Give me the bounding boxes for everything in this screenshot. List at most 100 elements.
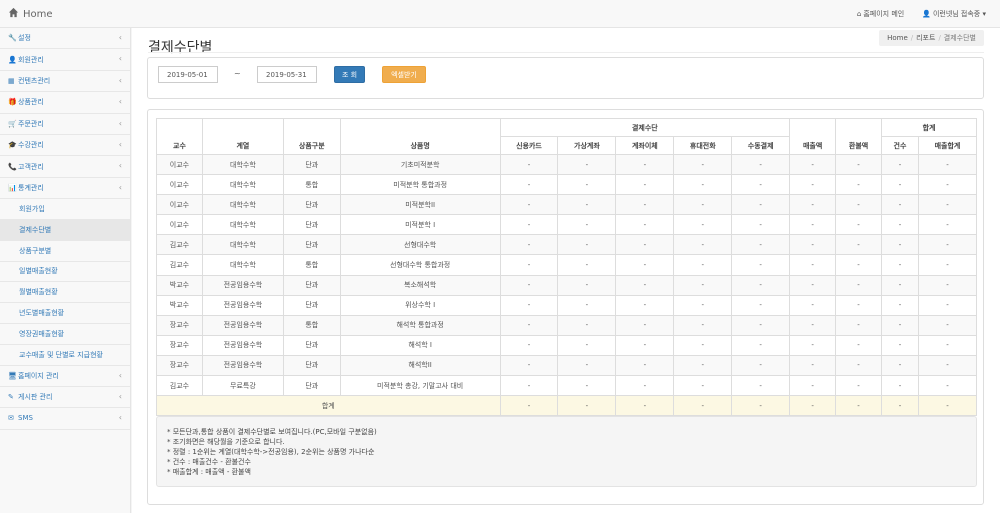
sidebar-item-main-2[interactable]: ▦ 컨텐츠관리 ‹	[0, 71, 130, 93]
table-cell: -	[917, 174, 978, 196]
table-cell: -	[835, 354, 883, 377]
notes-box: * 모든단과,통합 상품이 결제수단별로 보여집니다.(PC,모바일 구분없음)…	[156, 416, 977, 487]
table-cell: 해석학 I	[339, 334, 501, 356]
user-menu-dropdown[interactable]: 👤 이런넷님 접속중 ▾	[922, 9, 986, 19]
table-cell: -	[615, 274, 675, 296]
breadcrumb-home[interactable]: Home	[887, 34, 908, 42]
start-date-input[interactable]	[158, 66, 218, 83]
total-cell: -	[789, 395, 837, 417]
brand-link[interactable]: Home	[8, 7, 53, 21]
chevron-left-icon: ‹	[118, 75, 122, 85]
table-cell: -	[789, 174, 837, 196]
table-cell: 대학수학	[201, 214, 284, 236]
sidebar-item-label: 게시판 관리	[18, 393, 53, 402]
table-cell: -	[673, 375, 733, 397]
table-cell: -	[557, 274, 617, 296]
table-cell: -	[731, 153, 791, 176]
table-cell: -	[499, 274, 559, 296]
table-cell: 해석학 통합과정	[339, 314, 501, 336]
chevron-left-icon: ‹	[118, 413, 122, 423]
sidebar-item-main-5[interactable]: 🎓 수강관리 ‹	[0, 135, 130, 157]
sidebar-subitem-3[interactable]: 일별매출현황	[0, 262, 130, 283]
table-row: 이교수 대학수학 단과 미적분학 I---------	[156, 214, 978, 236]
table-cell: 무료특강	[201, 375, 284, 397]
sidebar-subitem-4[interactable]: 월별매출현황	[0, 282, 130, 304]
chevron-left-icon: ‹	[118, 139, 122, 149]
header-bank-transfer: 계좌이체	[615, 136, 675, 155]
header-product-type: 상품구분	[282, 118, 341, 155]
sidebar-item-bottom-0[interactable]: 🖥 홈페이지 관리 ‹	[0, 366, 130, 387]
homepage-main-link[interactable]: ⌂ 홈페이지 메인	[857, 9, 904, 19]
table-cell: -	[615, 354, 675, 377]
table-cell: 이교수	[156, 214, 203, 236]
table-cell: -	[499, 375, 559, 397]
search-button[interactable]: 조 회	[334, 66, 365, 83]
sidebar-subitem-6[interactable]: 영장권매출현황	[0, 324, 130, 345]
table-cell: -	[789, 314, 837, 336]
sidebar-subitem-2[interactable]: 상품구분별	[0, 241, 130, 262]
envelope-icon: ✉	[8, 414, 14, 423]
table-cell: -	[917, 254, 978, 276]
chevron-left-icon: ‹	[118, 54, 122, 64]
breadcrumb-report[interactable]: 리포트	[916, 34, 935, 42]
table-cell: -	[731, 294, 791, 316]
table-cell: -	[673, 314, 733, 336]
table-cell: 전공임용수학	[201, 294, 284, 316]
sidebar-subitem-5[interactable]: 년도별매출현황	[0, 303, 130, 324]
table-cell: -	[731, 354, 791, 377]
table-row: 이교수 대학수학 단과 미적분학II - - - - - - - - -	[156, 194, 978, 216]
table-cell: -	[835, 334, 883, 356]
table-cell: -	[835, 294, 883, 316]
sidebar-item-main-4[interactable]: 🛒 주문관리 ‹	[0, 114, 130, 135]
table-cell: -	[499, 254, 559, 276]
table-cell: -	[881, 274, 919, 296]
table-cell: -	[615, 334, 675, 356]
sidebar-item-bottom-1[interactable]: ✎ 게시판 관리 ‹	[0, 387, 130, 409]
sidebar-subitem-1[interactable]: 결제수단별	[0, 219, 130, 241]
table-cell: 전공임용수학	[201, 354, 284, 377]
sidebar-item-main-6[interactable]: 📞 고객관리 ‹	[0, 156, 130, 178]
table-cell: 이교수	[156, 194, 203, 216]
note-line: * 정렬 : 1순위는 계열(대학수학->전공임용), 2순위는 상품명 가나다…	[167, 448, 375, 456]
chevron-left-icon: ‹	[118, 182, 122, 192]
sidebar-item-main-7[interactable]: 📊 통계관리 ‹	[0, 178, 130, 200]
header-sales-total: 매출합계	[917, 136, 978, 155]
table-cell: 대학수학	[201, 153, 284, 176]
breadcrumb: Home / 리포트 / 결제수단별	[879, 30, 984, 46]
excel-download-button[interactable]: 엑셀받기	[382, 66, 426, 83]
total-cell: -	[557, 395, 617, 417]
table-cell: -	[789, 334, 837, 356]
sidebar-item-bottom-2[interactable]: ✉ SMS ‹	[0, 408, 130, 430]
table-cell: -	[789, 254, 837, 276]
table-cell: -	[673, 354, 733, 377]
table-cell: -	[615, 234, 675, 256]
sidebar-item-main-1[interactable]: 👤 회원관리 ‹	[0, 49, 130, 71]
table-cell: -	[917, 375, 978, 397]
total-label: 합계	[156, 395, 501, 417]
table-cell: -	[499, 294, 559, 316]
table-cell: -	[615, 153, 675, 176]
table-cell: -	[881, 174, 919, 196]
table-cell: -	[881, 153, 919, 176]
sidebar-item-main-0[interactable]: 🔧 설정 ‹	[0, 28, 130, 50]
table-cell: -	[789, 153, 837, 176]
note-line: * 모든단과,통합 상품이 결제수단별로 보여집니다.(PC,모바일 구분없음)	[167, 428, 377, 436]
table-cell: -	[731, 214, 791, 236]
header-category: 계열	[201, 118, 284, 155]
header-professor: 교수	[156, 118, 203, 155]
end-date-input[interactable]	[257, 66, 317, 83]
header-manual: 수동결제	[731, 136, 791, 155]
sidebar-subitem-7[interactable]: 교수매출 및 단별로 지급현황	[0, 345, 130, 366]
sidebar-item-label: 통계관리	[18, 183, 44, 192]
sidebar-item-main-3[interactable]: 🎁 상품관리 ‹	[0, 92, 130, 114]
table-cell: 대학수학	[201, 234, 284, 256]
table-cell: 김교수	[156, 234, 203, 256]
sidebar-item-label: 수강관리	[18, 141, 44, 150]
table-cell: -	[731, 234, 791, 256]
table-cell: -	[731, 174, 791, 196]
table-cell: 단과	[282, 194, 341, 216]
sidebar-subitem-0[interactable]: 회원가입	[0, 199, 130, 220]
chevron-left-icon: ‹	[118, 33, 122, 42]
table-cell: -	[557, 153, 617, 176]
table-cell: -	[881, 194, 919, 216]
